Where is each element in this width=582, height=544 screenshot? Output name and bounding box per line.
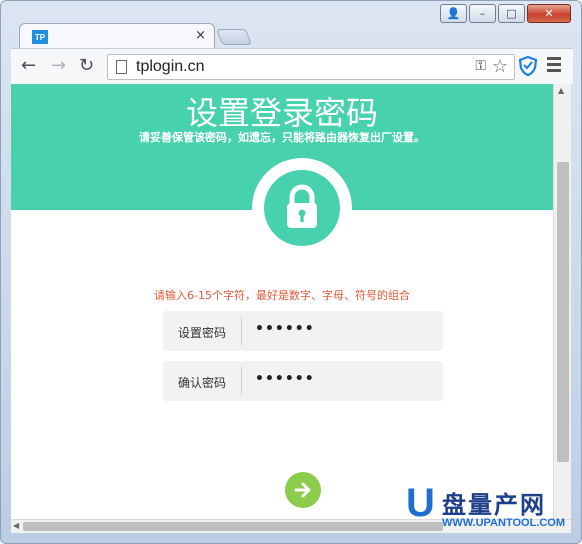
next-arrow-button[interactable]: [285, 472, 321, 508]
close-window-button[interactable]: ✕: [527, 4, 571, 23]
upantool-watermark-logo: U 盘量产网 WWW.UPANTOOL.COM: [406, 481, 576, 537]
browser-tab[interactable]: TP ×: [19, 23, 215, 49]
page-icon: [116, 60, 127, 74]
confirm-password-input[interactable]: ••••••: [255, 371, 315, 387]
address-bar[interactable]: tplogin.cn ⚿ ☆: [107, 54, 515, 80]
confirm-password-label: 确认密码: [178, 376, 227, 390]
window-controls: 👤 – □ ✕: [440, 4, 571, 23]
new-tab-button[interactable]: [216, 29, 252, 45]
back-button[interactable]: ←: [21, 56, 36, 76]
set-password-field[interactable]: 设置密码 ••••••: [163, 311, 443, 351]
scroll-up-arrow-icon[interactable]: ▲: [558, 86, 564, 95]
set-password-label: 设置密码: [178, 326, 227, 340]
watermark-cn-text: 盘量产网: [442, 491, 546, 519]
page-title: 设置登录密码: [185, 94, 378, 132]
page-viewport: 设置登录密码 请妥善保管该密码，如遗忘，只能将路由器恢复出厂设置。 请输入6-1…: [11, 84, 571, 519]
field-divider: [241, 317, 242, 345]
watermark-en-text: WWW.UPANTOOL.COM: [442, 517, 566, 529]
tab-close-icon[interactable]: ×: [195, 28, 206, 43]
key-icon[interactable]: ⚿: [475, 58, 486, 74]
url-text[interactable]: tplogin.cn: [136, 58, 205, 76]
password-hint: 请输入6-15个字符，最好是数字、字母、符号的组合: [154, 289, 410, 302]
vertical-scroll-thumb[interactable]: [557, 162, 569, 462]
set-password-input[interactable]: ••••••: [255, 321, 315, 337]
forward-button[interactable]: →: [51, 56, 66, 76]
reload-button[interactable]: ↻: [79, 56, 94, 76]
horizontal-scroll-thumb[interactable]: [23, 522, 443, 531]
browser-toolbar: ← → ↻ tplogin.cn ⚿ ☆: [11, 48, 573, 84]
scroll-left-arrow-icon[interactable]: ◀: [13, 521, 19, 530]
maximize-button[interactable]: □: [498, 4, 525, 23]
watermark-u-letter: U: [406, 481, 435, 525]
confirm-password-field[interactable]: 确认密码 ••••••: [163, 361, 443, 401]
bookmark-star-icon[interactable]: ☆: [492, 56, 508, 77]
page-subtitle: 请妥善保管该密码，如遗忘，只能将路由器恢复出厂设置。: [139, 131, 425, 144]
browser-window: 👤 – □ ✕ TP × ← → ↻ tplogin.cn ⚿ ☆ 设置登录密码…: [0, 0, 582, 544]
minimize-button[interactable]: –: [469, 4, 496, 23]
lock-badge: [252, 158, 352, 258]
lock-icon: [264, 170, 340, 246]
field-divider: [241, 367, 242, 395]
menu-icon[interactable]: [547, 57, 561, 75]
tp-favicon-icon: TP: [32, 30, 48, 44]
vertical-scrollbar[interactable]: ▲: [553, 84, 571, 519]
user-profile-button[interactable]: 👤: [440, 4, 467, 23]
arrow-right-icon: [294, 482, 311, 498]
shield-extension-icon[interactable]: [519, 56, 537, 76]
